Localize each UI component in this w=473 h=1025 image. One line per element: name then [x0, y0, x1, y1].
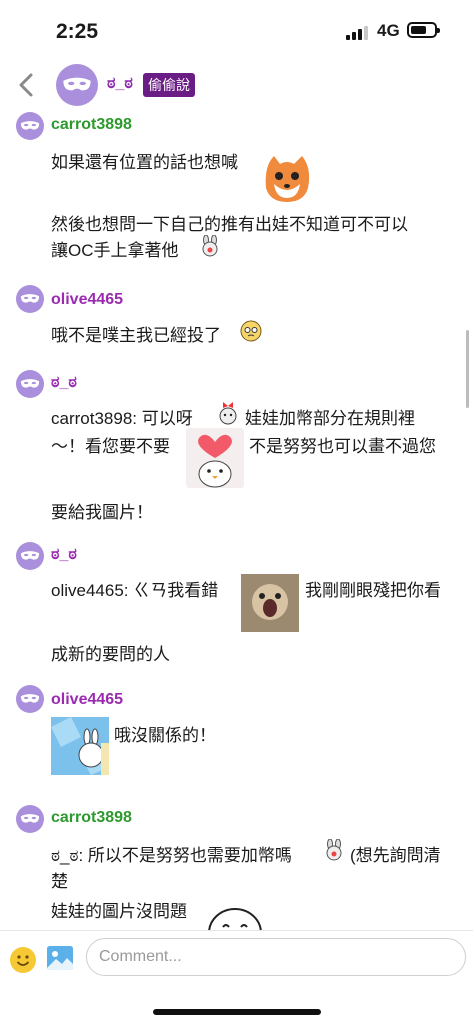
round-face-sticker — [205, 903, 265, 930]
bunny-emoji — [199, 234, 221, 257]
avatar[interactable] — [16, 805, 44, 833]
avatar[interactable] — [16, 285, 44, 313]
message-text: 成新的要問的人 — [51, 645, 170, 664]
message-text: ～！看您要不要 — [51, 437, 170, 456]
bunny-pool-sticker — [51, 717, 109, 775]
fox-sticker — [256, 148, 318, 204]
message-username[interactable]: carrot3898 — [51, 116, 132, 134]
message-text: 哦不是噗主我已經投了 — [51, 326, 221, 345]
scrollbar[interactable] — [466, 330, 469, 408]
message-text: 哦沒關係的！ — [114, 726, 216, 745]
message-username[interactable]: ಠ_ಠ — [51, 374, 77, 392]
message-text: (想先詢問清 — [350, 846, 441, 865]
avatar[interactable] — [16, 370, 44, 398]
message-username[interactable]: olive4465 — [51, 291, 123, 309]
message-text: 我剛剛眼殘把你看 — [305, 581, 441, 600]
home-indicator — [153, 1009, 321, 1015]
emoji-button[interactable] — [10, 947, 36, 973]
image-icon — [47, 946, 73, 970]
mask-icon — [20, 379, 40, 388]
bunny-emoji — [323, 838, 345, 861]
status-time: 2:25 — [56, 20, 99, 43]
mask-icon — [20, 294, 40, 303]
avatar[interactable] — [16, 685, 44, 713]
avatar[interactable] — [56, 64, 98, 106]
message-text: 楚 — [51, 872, 68, 891]
shy-face-emoji — [240, 320, 262, 342]
message-text: 讓OC手上拿著他 — [51, 241, 179, 260]
message-text: 要給我圖片！ — [51, 503, 153, 522]
message-username[interactable]: olive4465 — [51, 691, 123, 709]
anonymous-badge: 偷偷說 — [143, 73, 195, 97]
message-text: 然後也想問一下自己的推有出娃不知道可不可以 — [51, 215, 408, 234]
status-bar: 2:25 4G — [0, 0, 473, 60]
message-username[interactable]: carrot3898 — [51, 809, 132, 827]
message-feed[interactable]: carrot3898 如果還有位置的話也想喊 然後也想問一下自己的推有出娃不知道… — [0, 110, 473, 930]
image-upload-button[interactable] — [47, 946, 73, 970]
mask-icon — [20, 694, 40, 703]
signal-icon — [346, 24, 372, 40]
message-text: 娃娃加幣部分在規則裡 — [245, 409, 415, 428]
rabbit-bow-emoji — [217, 400, 239, 426]
comment-input[interactable] — [86, 938, 466, 976]
avatar[interactable] — [16, 542, 44, 570]
back-button[interactable] — [14, 72, 40, 98]
message-username[interactable]: ಠ_ಠ — [51, 546, 77, 564]
penguin-heart-sticker — [186, 428, 244, 488]
smiley-icon — [11, 948, 35, 972]
mask-icon — [20, 551, 40, 560]
message-text: ಠ_ಠ: 所以不是努努也需要加幣嗎 — [51, 846, 292, 865]
message-text: olive4465: ㄍㄢ我看錯 — [51, 581, 219, 600]
battery-icon — [407, 22, 440, 38]
screaming-photo-sticker — [241, 574, 299, 632]
message-text: 不是努努也可以畫不過您 — [249, 437, 436, 456]
header-username[interactable]: ಠ_ಠ — [107, 75, 133, 93]
comment-bar — [0, 930, 473, 1025]
chevron-left-icon — [19, 73, 33, 97]
message-text: carrot3898: 可以呀 — [51, 409, 193, 428]
mask-icon — [20, 814, 40, 823]
network-label: 4G — [377, 21, 400, 40]
chat-header: ಠ_ಠ 偷偷說 — [0, 60, 473, 110]
mask-icon — [20, 121, 40, 130]
mask-icon — [63, 77, 91, 91]
message-text: 娃娃的圖片沒問題 — [51, 902, 187, 921]
message-text: 如果還有位置的話也想喊 — [51, 153, 238, 172]
avatar[interactable] — [16, 112, 44, 140]
